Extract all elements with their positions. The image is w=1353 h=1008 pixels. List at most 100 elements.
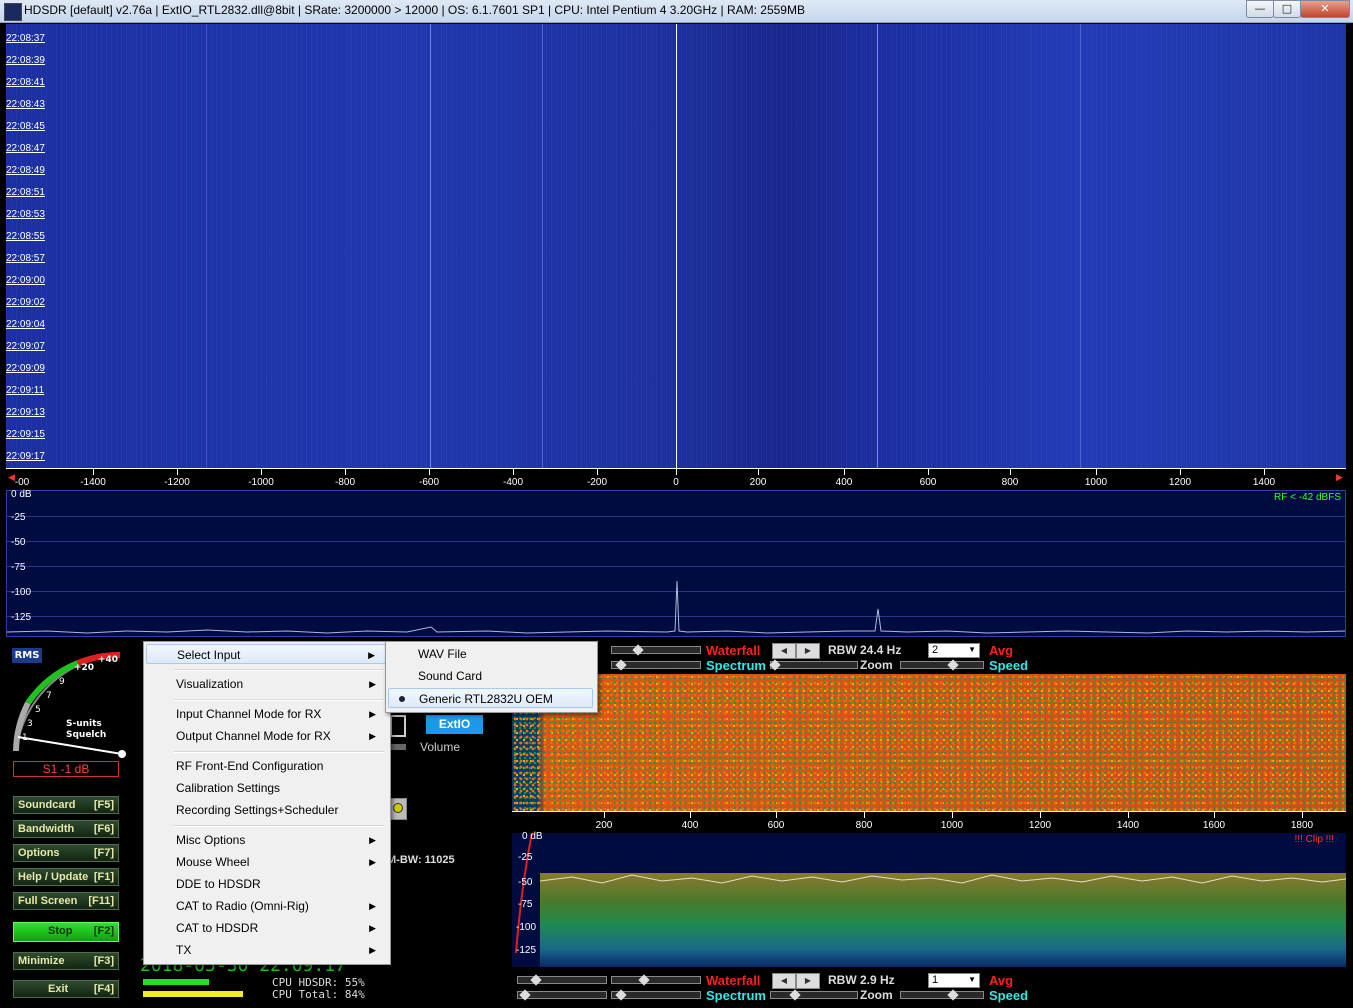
frequency-label: 200 (749, 477, 767, 488)
menu-item-tx[interactable]: TX ▶ (146, 940, 386, 960)
slider-knob[interactable] (769, 659, 781, 671)
spectrum-contrast-slider[interactable] (611, 659, 701, 671)
radio-selected-icon (399, 696, 405, 702)
audio-frequency-label: 600 (767, 820, 785, 831)
menu-item-recording-settings[interactable]: Recording Settings+Scheduler (146, 800, 386, 820)
slider-knob[interactable] (947, 659, 959, 671)
menu-separator (174, 699, 384, 701)
submenu-item-sound-card[interactable]: Sound Card (388, 666, 593, 686)
frequency-scale[interactable]: ◀ ▶ -00 -1400 -1200 -1000 -800 -600 -400 -200 0… (6, 468, 1346, 491)
frequency-label: -400 (502, 477, 524, 488)
rf-spectrum[interactable]: 0 dB -25 -50 -75 -100 -125 RF < -42 dBFS (6, 489, 1346, 637)
slider-knob[interactable] (615, 659, 627, 671)
options-button[interactable]: Options [F7] (13, 844, 119, 862)
close-button[interactable]: ✕ (1300, 0, 1350, 18)
cpu-hdsdr-bar (143, 979, 243, 985)
stop-button[interactable]: Stop [F2] (13, 922, 119, 942)
rbw-decrease-button[interactable]: ◀ (772, 973, 796, 989)
audio-frequency-scale[interactable]: 200 400 600 800 1000 1200 1400 1600 1800 (512, 811, 1346, 834)
menu-item-label: Select Input (177, 648, 241, 662)
menu-item-label: CAT to Radio (Omni-Rig) (176, 899, 309, 913)
frequency-label: -1400 (80, 477, 106, 488)
help-update-button[interactable]: Help / Update [F1] (13, 868, 119, 886)
submenu-arrow-icon: ▶ (369, 923, 376, 933)
slider-knob[interactable] (615, 989, 627, 1001)
maximize-button[interactable]: □ (1273, 0, 1301, 18)
scroll-right-icon[interactable]: ▶ (1336, 473, 1343, 483)
audio-frequency-label: 800 (855, 820, 873, 831)
slider-knob[interactable] (947, 989, 959, 1001)
rbw-readout: RBW 24.4 Hz (828, 643, 902, 657)
audio-frequency-label: 1000 (940, 820, 964, 831)
minimize-button[interactable]: — (1246, 0, 1274, 18)
combo-value: 2 (932, 644, 939, 656)
menu-item-visualization[interactable]: Visualization ▶ (146, 674, 386, 694)
audio-spectrum[interactable]: 0 dB -25 -50 -75 -100 -125 !!! Clip !!! (512, 831, 1346, 967)
volume-slider-end[interactable] (390, 744, 406, 750)
audio-spectrum-trace (515, 833, 1346, 954)
extio-button[interactable]: ExtIO (426, 715, 483, 734)
avg-combo[interactable]: 2 ▼ (928, 643, 980, 658)
frequency-label: -200 (586, 477, 608, 488)
audio-waterfall-slider-1[interactable] (517, 974, 607, 986)
audio-frequency-label: 200 (595, 820, 613, 831)
rbw-increase-button[interactable]: ▶ (796, 973, 820, 989)
scale-tick (928, 469, 929, 475)
squelch-label: Squelch (66, 730, 107, 740)
submenu-arrow-icon: ▶ (369, 731, 376, 741)
submenu-item-wav-file[interactable]: WAV File (388, 644, 593, 664)
full-screen-button[interactable]: Full Screen [F11] (13, 892, 119, 910)
bandwidth-button[interactable]: Bandwidth [F6] (13, 820, 119, 838)
menu-item-misc-options[interactable]: Misc Options ▶ (146, 830, 386, 850)
button-label: Stop (48, 925, 73, 937)
menu-item-label: DDE to HDSDR (176, 877, 261, 891)
speed-slider[interactable] (900, 659, 984, 671)
menu-item-rf-front-end[interactable]: RF Front-End Configuration (146, 756, 386, 776)
menu-item-cat-to-radio[interactable]: CAT to Radio (Omni-Rig) ▶ (146, 896, 386, 916)
submenu-arrow-icon: ▶ (369, 945, 376, 955)
menu-item-calibration[interactable]: Calibration Settings (146, 778, 386, 798)
audio-waterfall-slider-2[interactable] (611, 974, 701, 986)
exit-button[interactable]: Exit [F4] (13, 980, 119, 998)
zoom-slider[interactable] (769, 659, 858, 671)
audio-spectrum-slider-1[interactable] (517, 989, 607, 1001)
audio-waterfall[interactable] (512, 674, 1346, 811)
audio-frequency-label: 1800 (1290, 820, 1314, 831)
rbw-increase-button[interactable]: ▶ (796, 643, 820, 659)
waterfall-tune-marker[interactable] (877, 24, 878, 468)
menu-item-label: WAV File (418, 647, 467, 661)
db-label: -125 (516, 945, 537, 956)
soundcard-button[interactable]: Soundcard [F5] (13, 796, 119, 814)
slider-knob[interactable] (632, 644, 644, 656)
minimize-app-button[interactable]: Minimize [F3] (13, 952, 119, 970)
submenu-item-generic-rtl2832u[interactable]: Generic RTL2832U OEM (388, 688, 593, 708)
audio-spectrum-slider-2[interactable] (611, 989, 701, 1001)
app-icon[interactable] (4, 3, 22, 21)
waterfall-contrast-slider[interactable] (611, 644, 701, 656)
s-meter[interactable]: RMS +40 +20 9 7 5 3 1 S-units Squelch S1… (8, 643, 132, 777)
submenu-arrow-icon: ▶ (369, 835, 376, 845)
scale-tick (676, 469, 677, 475)
menu-item-output-channel-mode[interactable]: Output Channel Mode for RX ▶ (146, 726, 386, 746)
timestamp-label: 22:09:00 (6, 275, 45, 286)
menu-item-dde-to-hdsdr[interactable]: DDE to HDSDR (146, 874, 386, 894)
slider-knob[interactable] (519, 989, 531, 1001)
record-button[interactable] (389, 798, 407, 820)
slider-knob[interactable] (789, 989, 801, 1001)
rf-waterfall[interactable]: 22:08:37 22:08:39 22:08:41 22:08:43 22:08:45… (6, 24, 1346, 468)
avg-combo[interactable]: 1 ▼ (928, 973, 980, 988)
slider-knob[interactable] (530, 974, 542, 986)
timestamp-label: 22:09:04 (6, 319, 45, 330)
speed-slider[interactable] (900, 989, 984, 1001)
menu-item-select-input[interactable]: Select Input ▶ (146, 644, 386, 664)
waterfall-signal-line (1080, 24, 1081, 468)
slider-knob[interactable] (638, 974, 650, 986)
menu-item-cat-to-hdsdr[interactable]: CAT to HDSDR ▶ (146, 918, 386, 938)
scale-tick (1010, 469, 1011, 475)
menu-item-input-channel-mode[interactable]: Input Channel Mode for RX ▶ (146, 704, 386, 724)
rbw-decrease-button[interactable]: ◀ (772, 643, 796, 659)
menu-item-label: Visualization (176, 677, 244, 691)
timestamp-label: 22:09:02 (6, 297, 45, 308)
menu-item-mouse-wheel[interactable]: Mouse Wheel ▶ (146, 852, 386, 872)
zoom-slider[interactable] (770, 989, 858, 1001)
